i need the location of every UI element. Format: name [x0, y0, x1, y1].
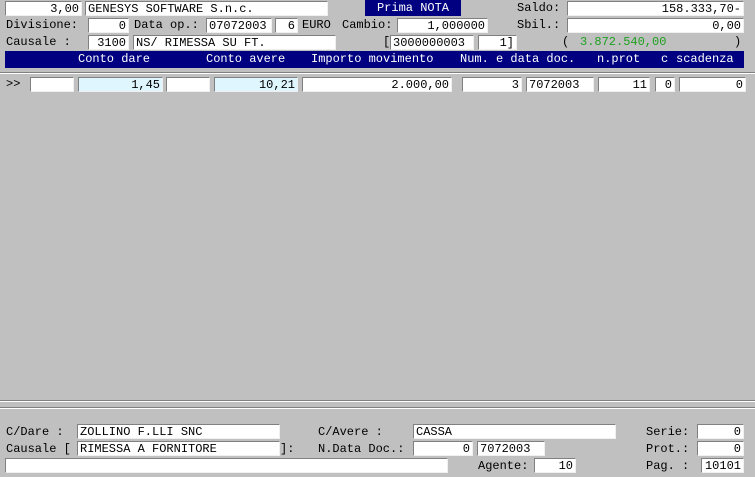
cambio-field[interactable]: 1,000000	[397, 18, 488, 33]
row-avere-code-field[interactable]	[166, 77, 210, 92]
grid-bottom-separator	[0, 400, 755, 402]
data-op-label: Data op.:	[134, 18, 199, 32]
col-nprot: n.prot	[597, 52, 641, 66]
data-op-field[interactable]: 07072003	[206, 18, 272, 33]
cdare-field: ZOLLINO F.LLI SNC	[77, 424, 280, 439]
saldo-field: 158.333,70-	[567, 1, 744, 16]
serie-label: Serie:	[646, 425, 690, 439]
ref-num-field: 1]	[478, 35, 517, 50]
code-field[interactable]: 3,00	[5, 1, 82, 16]
cambio-label: Cambio:	[342, 18, 393, 32]
row-num-doc-field[interactable]: 3	[462, 77, 522, 92]
row-c-field[interactable]: 0	[655, 77, 675, 92]
agente-label: Agente:	[478, 459, 529, 473]
page-title: Prima NOTA	[365, 0, 461, 16]
ref-field: 3000000003	[390, 35, 474, 50]
row-dare-code-field[interactable]	[30, 77, 74, 92]
footer-causale-field: RIMESSA A FORNITORE	[77, 441, 280, 456]
currency-label: EURO	[302, 18, 331, 32]
col-conto-dare: Conto dare	[78, 52, 151, 66]
total-close-paren: )	[734, 35, 742, 49]
column-header-bar: Conto dare Conto avere Importo movimento…	[5, 51, 744, 68]
row-scadenza-field[interactable]: 0	[679, 77, 746, 92]
serie-field: 0	[697, 424, 744, 439]
divisione-field[interactable]: 0	[88, 18, 129, 33]
saldo-label: Saldo:	[517, 1, 561, 15]
row-nprot-field[interactable]: 11	[598, 77, 650, 92]
company-field: GENESYS SOFTWARE S.n.c.	[85, 1, 328, 16]
ndata-date-field: 7072003	[477, 441, 545, 456]
causale-desc-field[interactable]: NS/ RIMESSA SU FT.	[133, 35, 336, 50]
sbil-field: 0,00	[567, 18, 744, 33]
col-num-data-doc: Num. e data doc.	[460, 52, 576, 66]
causale-code-field[interactable]: 3100	[88, 35, 129, 50]
total-value: 3.872.540,00	[580, 35, 667, 49]
footer-message-field	[5, 458, 448, 473]
causale-label: Causale :	[6, 35, 71, 49]
total-open-paren: (	[562, 35, 570, 49]
footer-top-separator	[0, 407, 755, 409]
col-conto-avere: Conto avere	[206, 52, 286, 66]
prot-field: 0	[697, 441, 744, 456]
sbil-label: Sbil.:	[517, 18, 561, 32]
row-avere-value-field[interactable]: 10,21	[214, 77, 298, 92]
cavere-field: CASSA	[413, 424, 616, 439]
row-importo-field[interactable]: 2.000,00	[302, 77, 452, 92]
prot-label: Prot.:	[646, 442, 690, 456]
footer-causale-close: ]:	[280, 442, 295, 456]
row-data-doc-field[interactable]: 7072003	[526, 77, 594, 92]
ndata-num-field: 0	[413, 441, 473, 456]
cdare-label: C/Dare :	[6, 425, 64, 439]
divisione-label: Divisione:	[6, 18, 79, 32]
cavere-label: C/Avere :	[318, 425, 383, 439]
row-marker: >>	[6, 77, 21, 91]
grid-top-separator	[0, 72, 755, 74]
ndata-label: N.Data Doc.:	[318, 442, 405, 456]
agente-field: 10	[534, 458, 576, 473]
day-field: 6	[275, 18, 298, 33]
row-dare-value-field[interactable]: 1,45	[78, 77, 163, 92]
col-importo: Importo movimento	[311, 52, 434, 66]
col-scadenza: scadenza	[676, 52, 734, 66]
col-c: c	[661, 52, 669, 66]
pag-label: Pag. :	[646, 459, 690, 473]
footer-causale-label: Causale [	[6, 442, 71, 456]
pag-field: 10101	[701, 458, 744, 473]
